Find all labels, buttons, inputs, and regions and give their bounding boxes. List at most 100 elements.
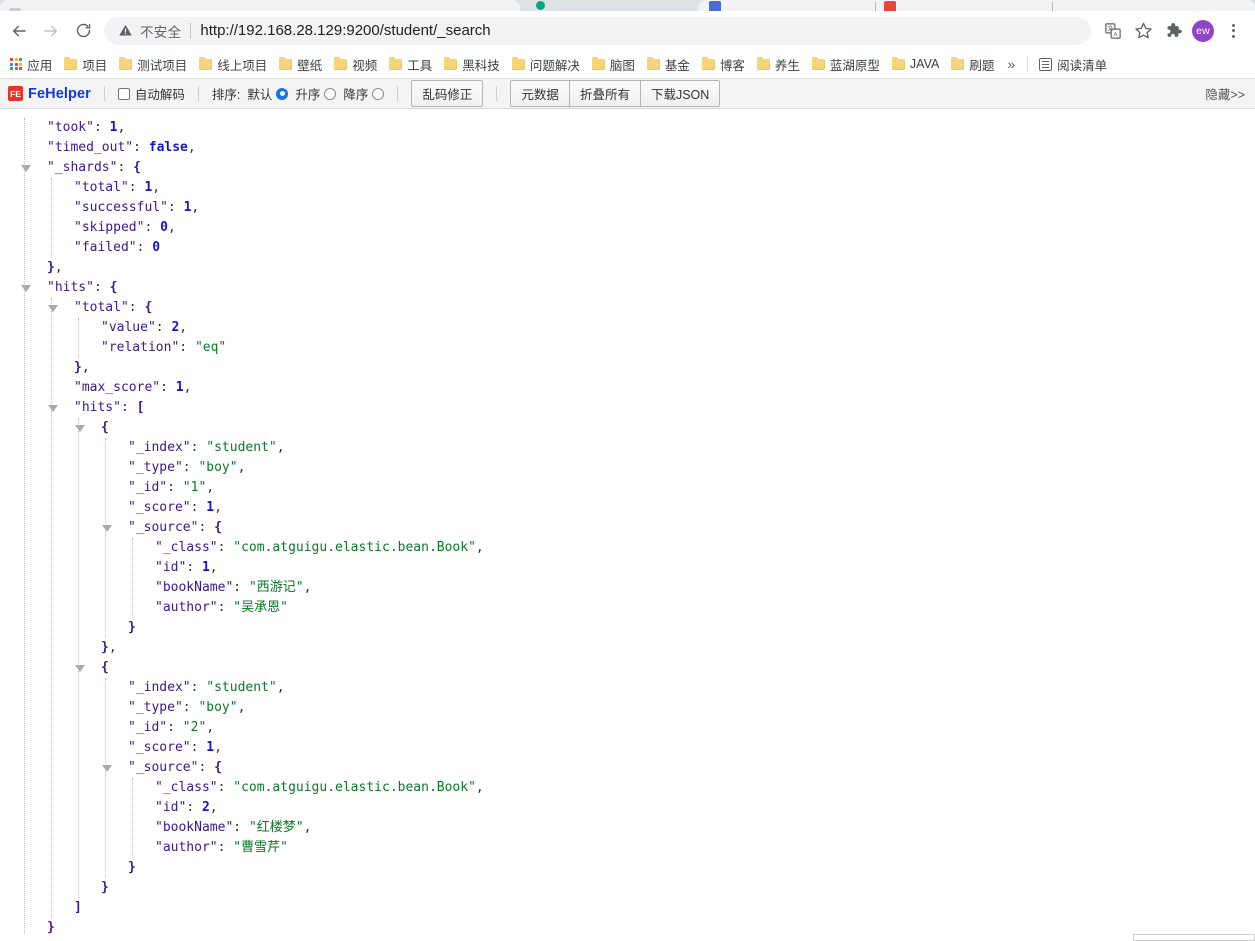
browser-tab[interactable] — [0, 0, 520, 11]
tab-favicon — [9, 8, 21, 11]
bookmark-item[interactable]: 博客 — [696, 52, 751, 77]
hide-toolbar-button[interactable]: 隐藏>> — [1205, 84, 1245, 103]
json-token-c: : — [182, 700, 199, 715]
sort-option-desc[interactable]: 降序 — [343, 84, 385, 103]
bookmark-item[interactable]: 测试项目 — [113, 52, 193, 77]
json-token-p: { — [144, 300, 153, 315]
bookmark-item[interactable]: 壁纸 — [273, 52, 328, 77]
chrome-menu-button[interactable] — [1219, 17, 1247, 45]
json-line-content: } — [128, 618, 136, 638]
json-line-content: }, — [101, 638, 117, 658]
json-token-s: "红楼梦" — [248, 820, 304, 835]
sort-option-asc-label: 升序 — [295, 88, 321, 102]
fehelper-logo[interactable]: FE FeHelper — [8, 86, 91, 102]
json-line-content: "timed_out": false, — [47, 138, 196, 158]
json-token-k: "author" — [155, 600, 218, 615]
json-token-c: : — [120, 400, 137, 415]
collapse-triangle-icon[interactable] — [75, 665, 85, 672]
auto-decode-checkbox[interactable]: 自动解码 — [117, 84, 185, 103]
json-token-c: : — [117, 160, 134, 175]
json-line-content: "author": "曹雪芹" — [155, 838, 288, 858]
collapse-triangle-icon[interactable] — [102, 525, 112, 532]
fehelper-action-group: 元数据 折叠所有 下载JSON — [510, 80, 721, 107]
reload-button[interactable] — [68, 16, 98, 46]
json-token-s: "student" — [206, 440, 277, 455]
collapse-all-button[interactable]: 折叠所有 — [569, 80, 641, 107]
json-line-content: "took": 1, — [47, 118, 125, 138]
bookmark-item-label: 问题解决 — [529, 58, 580, 73]
bookmark-item-label: 视频 — [352, 58, 378, 73]
json-token-k: "timed_out" — [47, 140, 134, 155]
json-token-c: , — [167, 220, 176, 235]
json-token-k: "total" — [74, 180, 129, 195]
collapse-triangle-icon[interactable] — [75, 425, 85, 432]
bookmark-item[interactable]: 项目 — [58, 52, 113, 77]
bookmark-item[interactable]: JAVA — [886, 54, 945, 74]
radio-default-icon — [276, 87, 289, 100]
metadata-button[interactable]: 元数据 — [510, 80, 570, 107]
address-bar[interactable]: 不安全 http://192.168.28.129:9200/student/_… — [104, 16, 1091, 45]
bookmark-item-label: 壁纸 — [297, 58, 323, 73]
json-viewer-panel[interactable]: "took": 1, "timed_out": false, "_shards": … — [0, 109, 1255, 935]
sort-option-default[interactable]: 默认 — [247, 84, 289, 103]
sort-option-asc[interactable]: 升序 — [295, 84, 337, 103]
bookmark-item[interactable]: 工具 — [383, 52, 438, 77]
json-line-content: "_score": 1, — [128, 498, 222, 518]
json-line: "_shards": { — [0, 158, 1255, 178]
json-token-c: , — [237, 460, 246, 475]
bookmark-apps[interactable]: 应用 — [4, 52, 58, 77]
bookmark-item[interactable]: 黑科技 — [438, 52, 506, 77]
json-token-k: "bookName" — [155, 580, 234, 595]
collapse-triangle-icon[interactable] — [102, 765, 112, 772]
json-line-content: }, — [47, 258, 63, 278]
bookmark-item[interactable]: 基金 — [641, 52, 696, 77]
bookmark-item[interactable]: 线上项目 — [193, 52, 273, 77]
json-token-k: "hits" — [74, 400, 121, 415]
bookmark-item[interactable]: 养生 — [751, 52, 806, 77]
translate-icon[interactable]: 文 A — [1099, 17, 1127, 45]
bookmark-item-label: 蓝湖原型 — [829, 58, 880, 73]
json-line: "failed": 0 — [0, 238, 1255, 258]
auto-decode-label: 自动解码 — [134, 88, 185, 102]
extensions-icon[interactable] — [1159, 17, 1187, 45]
back-button[interactable] — [4, 16, 34, 46]
fix-garbled-button[interactable]: 乱码修正 — [411, 80, 484, 107]
fehelper-divider — [496, 86, 498, 101]
json-line: } — [0, 618, 1255, 638]
collapse-triangle-icon[interactable] — [21, 165, 31, 172]
json-token-c: , — [214, 740, 222, 755]
download-json-button[interactable]: 下载JSON — [640, 80, 721, 107]
json-line-content: "total": { — [74, 298, 152, 318]
bookmark-item[interactable]: 脑图 — [586, 52, 641, 77]
json-line: "_type": "boy", — [0, 458, 1255, 478]
bookmarks-overflow-button[interactable]: » — [1000, 54, 1022, 74]
browser-tab[interactable] — [698, 0, 1255, 11]
json-token-k: "_class" — [155, 780, 218, 795]
profile-avatar[interactable]: ew — [1189, 17, 1217, 45]
forward-button[interactable] — [36, 16, 66, 46]
json-token-c: : — [160, 380, 176, 395]
collapse-triangle-icon[interactable] — [21, 285, 31, 292]
json-line-content: "_source": { — [128, 758, 222, 778]
bookmark-star-icon[interactable] — [1129, 17, 1157, 45]
bookmark-item[interactable]: 刷题 — [945, 52, 1000, 77]
json-token-c: : — [136, 240, 153, 255]
json-token-c: : — [186, 800, 202, 815]
json-token-c: : — [128, 180, 145, 195]
collapse-triangle-icon[interactable] — [48, 305, 58, 312]
folder-icon — [64, 56, 78, 70]
browser-tab-strip[interactable] — [0, 0, 1255, 11]
json-token-c: , — [187, 140, 196, 155]
json-token-p: } — [47, 260, 55, 275]
json-token-s: "西游记" — [248, 580, 304, 595]
reading-list-button[interactable]: 阅读清单 — [1033, 52, 1113, 77]
bookmark-item[interactable]: 问题解决 — [506, 52, 586, 77]
bookmark-item[interactable]: 蓝湖原型 — [806, 52, 886, 77]
collapse-triangle-icon[interactable] — [48, 405, 58, 412]
json-token-c: : — [233, 820, 249, 835]
json-token-c: : — [190, 440, 207, 455]
json-token-k: "hits" — [47, 280, 94, 295]
bookmark-item[interactable]: 视频 — [328, 52, 383, 77]
url-text[interactable]: http://192.168.28.129:9200/student/_sear… — [200, 22, 490, 39]
bookmark-item-label: 黑科技 — [462, 58, 500, 73]
